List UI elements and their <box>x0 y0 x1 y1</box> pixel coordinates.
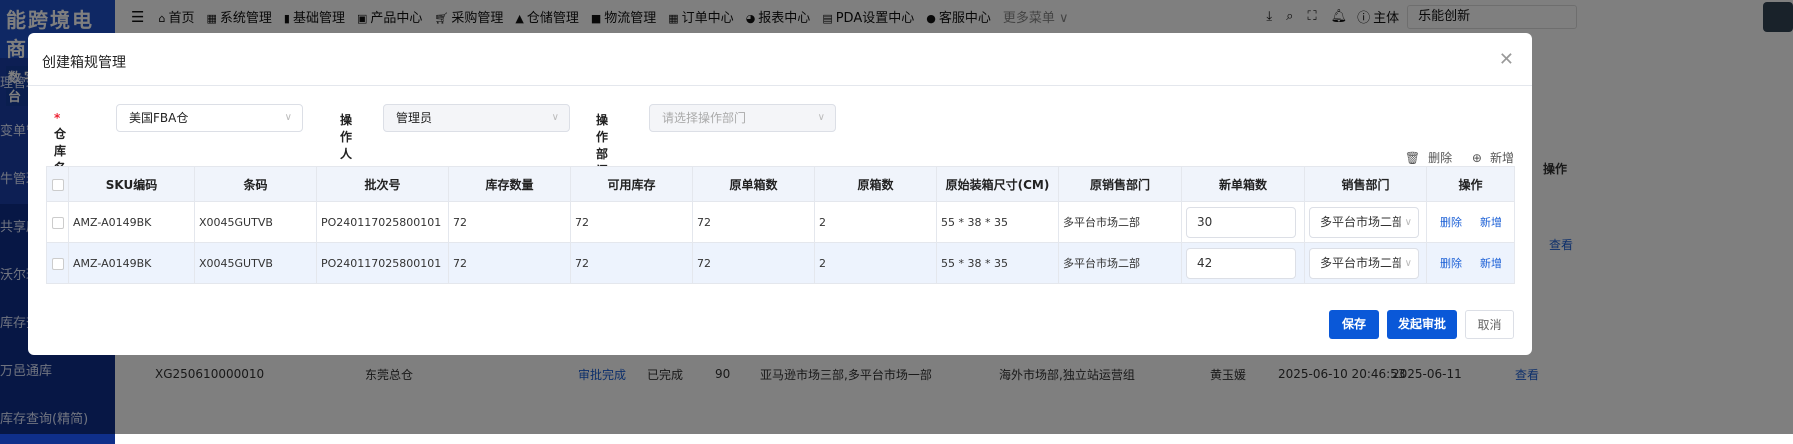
col-available: 可用库存 <box>570 166 693 202</box>
chevron-down-icon: ∨ <box>1400 207 1412 237</box>
submit-approval-button[interactable]: 发起审批 <box>1387 310 1457 339</box>
row-checkbox[interactable] <box>46 242 69 284</box>
cancel-button[interactable]: 取消 <box>1465 310 1514 339</box>
new-per-box-input[interactable]: 30 <box>1186 206 1296 238</box>
chevron-down-icon: ∨ <box>551 112 559 123</box>
col-barcode: 条码 <box>194 166 317 202</box>
col-sku: SKU编码 <box>68 166 195 202</box>
table-header: SKU编码 条码 批次号 库存数量 可用库存 原单箱数 原箱数 原始装箱尺寸(C… <box>46 166 1515 202</box>
add-link[interactable]: 新增 <box>1480 257 1502 270</box>
operator-select[interactable]: 管理员 ∨ <box>383 104 570 132</box>
table-row: AMZ-A0149BK X0045GUTVB PO240117025800101… <box>46 201 1515 243</box>
dept-select[interactable]: 多平台市场二部 ∨ <box>1309 247 1419 279</box>
table-row: AMZ-A0149BK X0045GUTVB PO240117025800101… <box>46 242 1515 284</box>
add-link[interactable]: 新增 <box>1480 216 1502 229</box>
col-size: 原始装箱尺寸(CM) <box>936 166 1059 202</box>
operator-label: 操作人 <box>340 113 353 161</box>
delete-link[interactable]: 删除 <box>1440 216 1462 229</box>
table-toolbar: 🗑︎ 删除 ⊕ 新增 <box>1389 149 1514 166</box>
divider <box>28 85 1532 86</box>
trash-icon: 🗑︎ <box>1404 151 1421 165</box>
row-checkbox[interactable] <box>46 201 69 243</box>
batch-delete-button[interactable]: 🗑︎ 删除 <box>1397 151 1452 165</box>
new-per-box-input[interactable]: 42 <box>1186 247 1296 279</box>
save-button[interactable]: 保存 <box>1329 310 1379 339</box>
col-actions: 操作 <box>1426 166 1515 202</box>
chevron-down-icon: ∨ <box>817 112 825 123</box>
warehouse-select[interactable]: 美国FBA仓 ∨ <box>116 104 303 132</box>
dept-select[interactable]: 多平台市场二部 ∨ <box>1309 206 1419 238</box>
col-dept: 销售部门 <box>1304 166 1427 202</box>
close-icon[interactable]: ✕ <box>1499 49 1514 70</box>
dialog-title: 创建箱规管理 <box>42 55 126 71</box>
col-orig-boxes: 原箱数 <box>814 166 937 202</box>
col-orig-per-box: 原单箱数 <box>692 166 815 202</box>
select-all-checkbox[interactable] <box>46 166 69 202</box>
col-stock: 库存数量 <box>448 166 571 202</box>
box-spec-table: SKU编码 条码 批次号 库存数量 可用库存 原单箱数 原箱数 原始装箱尺寸(C… <box>46 166 1515 284</box>
batch-add-button[interactable]: ⊕ 新增 <box>1464 151 1514 165</box>
plus-circle-icon: ⊕ <box>1471 151 1482 165</box>
col-new-per-box: 新单箱数 <box>1181 166 1305 202</box>
create-box-spec-dialog: 创建箱规管理 ✕ *仓库名称 美国FBA仓∨ 操作人 管理员∨ 操作部门 请选择… <box>28 33 1532 355</box>
dept-select[interactable]: 请选择操作部门 ∨ <box>649 104 836 132</box>
delete-link[interactable]: 删除 <box>1440 257 1462 270</box>
chevron-down-icon: ∨ <box>1400 248 1412 278</box>
chevron-down-icon: ∨ <box>284 112 292 123</box>
col-orig-dept: 原销售部门 <box>1058 166 1182 202</box>
col-batch: 批次号 <box>316 166 449 202</box>
